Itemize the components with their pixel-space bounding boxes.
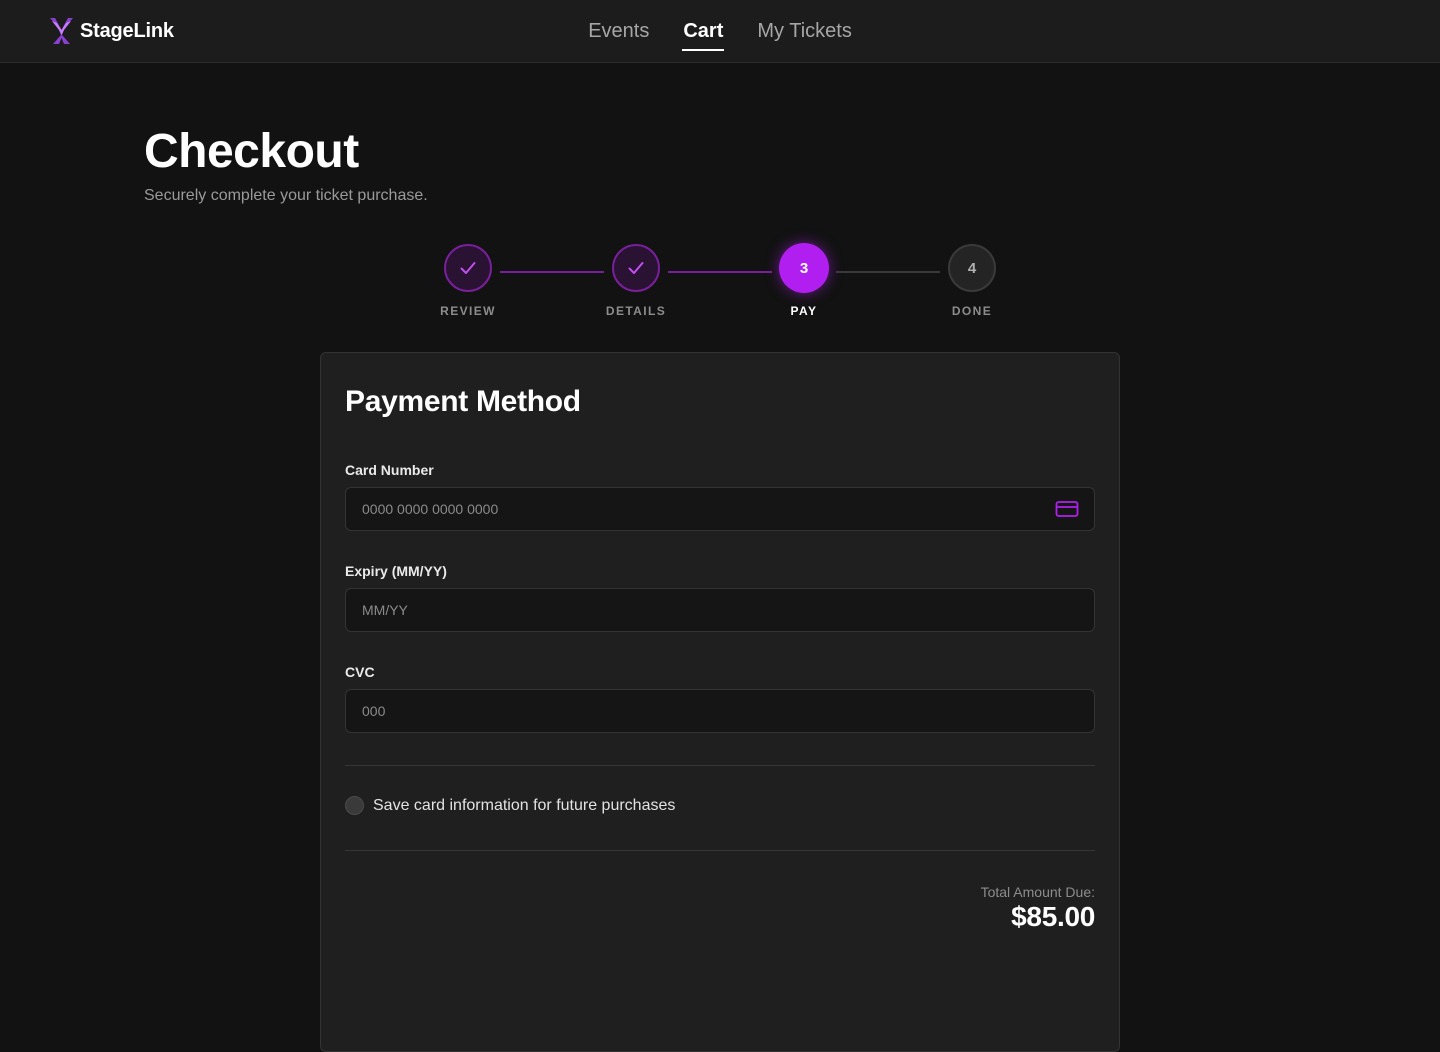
nav-link-events[interactable]: Events: [587, 17, 650, 45]
nav-link-my-tickets[interactable]: My Tickets: [756, 17, 852, 45]
total-amount-value: $85.00: [1011, 901, 1095, 932]
page-subtitle: Securely complete your ticket purchase.: [144, 187, 428, 204]
cvc-label: CVC: [345, 664, 375, 680]
step-pay-circle: 3: [779, 243, 829, 293]
step-details-label: DETAILS: [605, 304, 667, 318]
step-done: 4 DONE: [922, 244, 1022, 318]
step-review: REVIEW: [418, 244, 518, 318]
expiry-label: Expiry (MM/YY): [345, 563, 447, 579]
step-pay-label: PAY: [790, 304, 818, 318]
step-done-circle: 4: [948, 244, 996, 292]
save-card-label: Save card information for future purchas…: [373, 796, 676, 814]
nav-link-cart[interactable]: Cart: [682, 17, 725, 51]
step-pay: 3 PAY: [754, 243, 854, 318]
step-details-circle: [612, 244, 660, 292]
payment-method-card: Payment Method Card Number Expiry (MM/YY…: [320, 352, 1120, 1052]
card-number-label: Card Number: [345, 462, 434, 478]
step-details: DETAILS: [586, 244, 686, 318]
save-card-option[interactable]: Save card information for future purchas…: [345, 796, 675, 815]
top-navigation-bar: StageLink Events Cart My Tickets: [0, 0, 1440, 63]
divider: [345, 850, 1095, 851]
total-amount-label: Total Amount Due:: [980, 884, 1095, 900]
expiry-input[interactable]: [345, 588, 1095, 632]
checkout-stepper: REVIEW DETAILS 3 PAY 4 DONE: [418, 243, 1022, 324]
payment-method-title: Payment Method: [345, 385, 581, 418]
checkmark-icon: [628, 262, 644, 274]
page-title: Checkout: [144, 125, 359, 178]
credit-card-icon: [1055, 501, 1079, 517]
save-card-radio[interactable]: [345, 796, 364, 815]
checkmark-icon: [460, 262, 476, 274]
step-review-label: REVIEW: [440, 304, 496, 318]
divider: [345, 765, 1095, 766]
step-done-label: DONE: [951, 304, 993, 318]
step-review-circle: [444, 244, 492, 292]
main-nav: Events Cart My Tickets: [0, 0, 1440, 62]
card-number-input[interactable]: [345, 487, 1095, 531]
cvc-input[interactable]: [345, 689, 1095, 733]
